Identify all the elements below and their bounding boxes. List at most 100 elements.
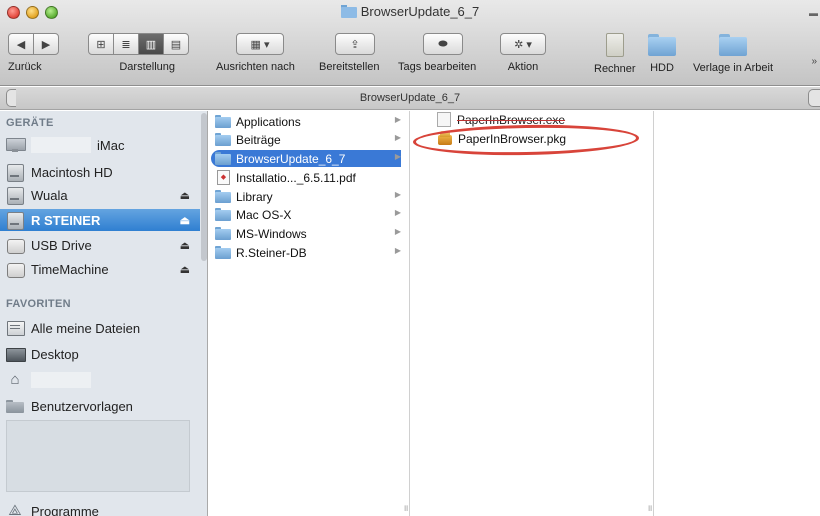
- fav-verlage-label: Verlage in Arbeit: [692, 62, 774, 74]
- sidebar-item-macintosh-hd[interactable]: Macintosh HD: [0, 161, 200, 183]
- home-icon: ⌂: [10, 371, 20, 388]
- item-label: R.Steiner-DB: [236, 245, 307, 260]
- sidebar-item-wuala[interactable]: Wuala ⏏: [0, 184, 200, 206]
- folder-icon: [215, 208, 231, 221]
- sidebar-scrollbar[interactable]: [201, 113, 207, 261]
- fav-rechner[interactable]: Rechner: [594, 33, 636, 75]
- action-label: Aktion: [507, 61, 539, 73]
- arrange-group: ▦ ▾ Ausrichten nach: [216, 33, 295, 73]
- tags-button[interactable]: ⬬: [423, 33, 463, 55]
- toolbar-toggle-icon[interactable]: ▬: [809, 8, 818, 18]
- list-item[interactable]: ◆ Installatio..._6.5.11.pdf: [215, 169, 356, 186]
- folder-icon: [215, 152, 231, 165]
- path-bar: BrowserUpdate_6_7: [0, 87, 820, 110]
- redacted-name: [31, 372, 91, 388]
- disk-icon: [6, 187, 24, 205]
- sidebar-item-label: Desktop: [31, 346, 79, 362]
- list-item[interactable]: MS-Windows: [215, 225, 307, 242]
- disclosure-arrow-icon: ▶: [394, 246, 401, 255]
- icon-view-icon: ⊞: [96, 38, 106, 51]
- exe-file-icon: [437, 112, 451, 127]
- sidebar-item-label: TimeMachine: [31, 261, 109, 277]
- fav-rechner-label: Rechner: [594, 63, 636, 75]
- browser-column-2: PaperInBrowser.exe PaperInBrowser.pkg ॥: [411, 111, 654, 516]
- view-label: Darstellung: [119, 61, 175, 73]
- window-toolbar: BrowserUpdate_6_7 ▬ ◀ ▶ Zurück ⊞ ≣ ▥ ▤ D…: [0, 0, 820, 86]
- redacted-area: [6, 420, 190, 492]
- fav-hdd[interactable]: HDD: [648, 33, 676, 74]
- sidebar-item-imac[interactable]: iMac: [0, 134, 200, 156]
- folder-icon: [215, 133, 231, 146]
- path-bar-left-edge: [6, 89, 16, 107]
- sidebar-item-timemachine[interactable]: TimeMachine ⏏: [0, 258, 200, 280]
- sidebar-item-label: Macintosh HD: [31, 164, 113, 180]
- action-button[interactable]: ✲ ▾: [500, 33, 546, 55]
- arrange-button[interactable]: ▦ ▾: [236, 33, 284, 55]
- sidebar-item-label: Programme: [31, 503, 99, 516]
- list-item-selected[interactable]: BrowserUpdate_6_7: [211, 150, 401, 167]
- folder-icon: [215, 227, 231, 240]
- item-label: Mac OS-X: [236, 207, 292, 222]
- item-label: Installatio..._6.5.11.pdf: [236, 170, 356, 185]
- folder-icon: [340, 5, 357, 21]
- column-view-button[interactable]: ▥: [138, 33, 164, 55]
- eject-icon[interactable]: ⏏: [180, 189, 190, 202]
- disclosure-arrow-icon: ▶: [394, 227, 401, 236]
- sidebar-item-benutzervorlagen[interactable]: Benutzervorlagen: [0, 395, 200, 417]
- sidebar-item-r-steiner[interactable]: R STEINER ⏏: [0, 209, 200, 231]
- item-label: Beiträge: [236, 132, 281, 147]
- item-label: PaperInBrowser.pkg: [458, 131, 567, 146]
- share-group: ⇪ Bereitstellen: [319, 33, 380, 73]
- share-icon: ⇪: [350, 38, 360, 51]
- forward-button[interactable]: ▶: [33, 33, 59, 55]
- gear-icon: ✲ ▾: [514, 38, 532, 51]
- redacted-name: [31, 137, 91, 153]
- list-item[interactable]: Mac OS-X: [215, 206, 291, 223]
- forward-arrow-icon: ▶: [41, 38, 51, 51]
- list-item[interactable]: Beiträge: [215, 131, 281, 148]
- list-item[interactable]: PaperInBrowser.exe: [437, 111, 565, 128]
- list-item[interactable]: PaperInBrowser.pkg: [437, 130, 566, 147]
- arrange-icon: ▦ ▾: [250, 38, 270, 51]
- monitor-icon: [6, 137, 26, 153]
- pdf-file-icon: ◆: [217, 170, 230, 185]
- item-label: Applications: [236, 114, 301, 129]
- desktop-icon: [6, 346, 26, 362]
- list-item[interactable]: R.Steiner-DB: [215, 244, 307, 261]
- icon-view-button[interactable]: ⊞: [88, 33, 114, 55]
- column-resize-handle[interactable]: ॥: [647, 501, 652, 514]
- sidebar-item-label: Wuala: [31, 187, 68, 203]
- eject-icon[interactable]: ⏏: [180, 214, 190, 227]
- arrange-label: Ausrichten nach: [216, 61, 295, 73]
- sidebar-item-home[interactable]: ⌂: [0, 369, 200, 391]
- eject-icon[interactable]: ⏏: [180, 263, 190, 276]
- sidebar-item-alle-meine-dateien[interactable]: Alle meine Dateien: [0, 317, 200, 339]
- window-title: BrowserUpdate_6_7: [360, 4, 480, 19]
- path-bar-title: BrowserUpdate_6_7: [359, 92, 461, 104]
- calculator-icon: [605, 33, 624, 57]
- fav-verlage[interactable]: Verlage in Arbeit: [683, 33, 783, 74]
- column-resize-handle[interactable]: ॥: [403, 501, 408, 514]
- all-files-icon: [6, 320, 25, 336]
- folder-icon: [215, 246, 231, 259]
- package-icon: [437, 131, 453, 146]
- toolbar-overflow-icon[interactable]: »: [811, 56, 817, 67]
- devices-header: GERÄTE: [6, 117, 54, 129]
- coverflow-view-button[interactable]: ▤: [163, 33, 189, 55]
- list-item[interactable]: Library: [215, 188, 273, 205]
- list-item[interactable]: Applications: [215, 113, 301, 130]
- back-button[interactable]: ◀: [8, 33, 34, 55]
- sidebar-item-label: R STEINER: [31, 212, 101, 228]
- sidebar-item-desktop[interactable]: Desktop: [0, 343, 200, 365]
- folder-icon: [719, 34, 747, 56]
- list-view-button[interactable]: ≣: [113, 33, 139, 55]
- sidebar-item-usb-drive[interactable]: USB Drive ⏏: [0, 234, 200, 256]
- share-button[interactable]: ⇪: [335, 33, 375, 55]
- item-label: MS-Windows: [236, 226, 307, 241]
- browser-column-1: Applications ▶ Beiträge ▶ BrowserUpdate_…: [209, 111, 410, 516]
- sidebar-item-label: Alle meine Dateien: [31, 320, 141, 336]
- folder-icon: [6, 398, 24, 414]
- sidebar-item-programme[interactable]: ⟁ Programme: [0, 500, 200, 516]
- folder-icon: [215, 115, 231, 128]
- eject-icon[interactable]: ⏏: [180, 239, 190, 252]
